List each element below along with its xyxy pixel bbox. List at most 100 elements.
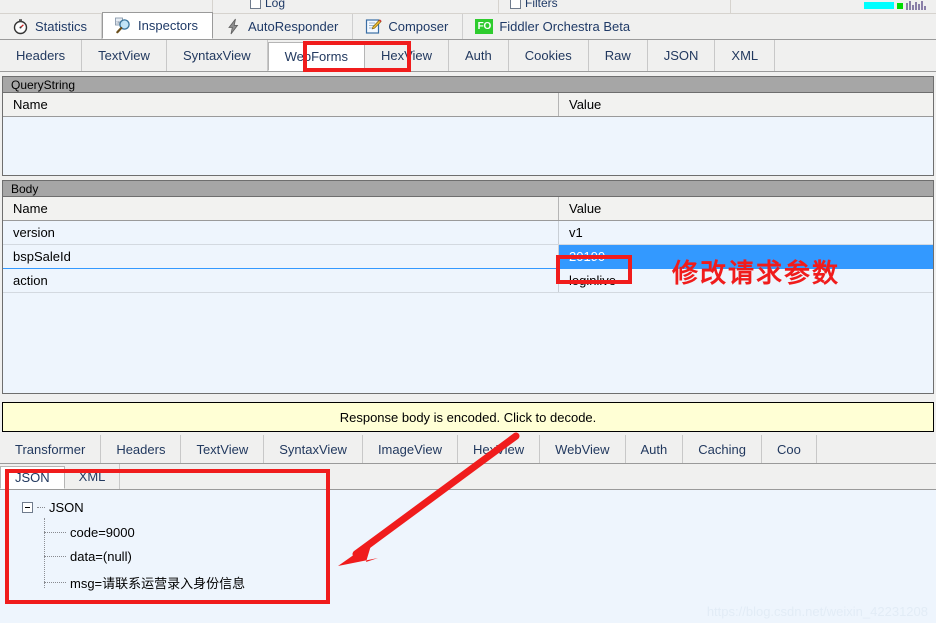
magnifier-icon: 1010 xyxy=(115,17,130,34)
tab-statistics[interactable]: Statistics xyxy=(0,14,103,39)
body-header-row: Name Value xyxy=(3,197,933,221)
log-checkbox[interactable]: Log xyxy=(250,0,285,10)
inspector-tab-xml[interactable]: XML xyxy=(715,40,776,71)
inspector-tab-headers[interactable]: Headers xyxy=(0,40,83,71)
response-tab-caching[interactable]: Caching xyxy=(683,435,762,463)
table-row[interactable]: bspSaleId 20190 xyxy=(3,245,933,269)
table-row[interactable]: action loginlive xyxy=(3,269,933,293)
response-tab-textview[interactable]: TextView xyxy=(181,435,265,463)
table-row[interactable]: version v1 xyxy=(3,221,933,245)
response-tab-bar[interactable]: Transformer Headers TextView SyntaxView … xyxy=(0,435,936,464)
response-tab-auth[interactable]: Auth xyxy=(626,435,684,463)
response-tab-label: HexView xyxy=(473,441,525,457)
notepad-pencil-icon xyxy=(366,19,382,34)
tab-fiddler-orchestra[interactable]: FO Fiddler Orchestra Beta xyxy=(463,14,645,39)
response-tab-syntaxview[interactable]: SyntaxView xyxy=(264,435,363,463)
body-empty-area[interactable] xyxy=(3,293,933,365)
tree-connector xyxy=(44,582,66,583)
tree-connector xyxy=(44,532,66,533)
inspector-tab-textview[interactable]: TextView xyxy=(82,40,167,71)
decode-notice-banner[interactable]: Response body is encoded. Click to decod… xyxy=(2,402,934,432)
response-json-tab-bar[interactable]: JSON XML xyxy=(0,464,936,490)
fiddler-window: Log Filters Statistics Inspectors AutoRe… xyxy=(0,0,936,623)
response-tab-label: Auth xyxy=(640,441,668,457)
response-tab-label: Headers xyxy=(116,441,166,457)
log-label: Log xyxy=(265,0,286,10)
response-tab-label: Transformer xyxy=(15,441,86,457)
response-tab-label: Coo xyxy=(776,441,801,457)
tab-autoresponder[interactable]: AutoResponder xyxy=(213,14,354,39)
stopwatch-icon xyxy=(13,19,28,35)
body-row-value[interactable]: v1 xyxy=(559,221,933,244)
body-col-name: Name xyxy=(3,197,559,220)
activity-bars-icon xyxy=(906,1,926,10)
inspector-tab-auth[interactable]: Auth xyxy=(449,40,509,71)
inspector-tab-label: Cookies xyxy=(524,48,572,63)
json-tree-root[interactable]: JSON xyxy=(22,500,84,515)
decode-notice-text: Response body is encoded. Click to decod… xyxy=(339,409,597,425)
filters-label: Filters xyxy=(525,0,558,10)
inspector-tab-webforms[interactable]: WebForms xyxy=(267,42,365,71)
response-tab-label: TextView xyxy=(196,441,249,457)
inspector-tab-label: HexView xyxy=(380,48,433,63)
querystring-section-title: QueryString xyxy=(2,76,934,92)
inspector-tab-raw[interactable]: Raw xyxy=(589,40,648,71)
body-row-value[interactable]: loginlive xyxy=(559,269,933,292)
response-tab-headers[interactable]: Headers xyxy=(101,435,182,463)
body-section-title: Body xyxy=(2,180,934,196)
querystring-grid[interactable]: Name Value xyxy=(2,92,934,176)
inspector-tab-syntaxview[interactable]: SyntaxView xyxy=(167,40,268,71)
tree-connector xyxy=(44,556,66,557)
inspector-tab-label: TextView xyxy=(98,48,150,63)
response-tab-label: ImageView xyxy=(377,441,443,457)
system-meter xyxy=(864,1,926,10)
json-tree-item-data[interactable]: data=(null) xyxy=(44,549,132,564)
response-tab-label: SyntaxView xyxy=(279,441,347,457)
body-row-name: bspSaleId xyxy=(3,245,559,268)
inspector-tab-overflow xyxy=(775,40,936,71)
inspector-tab-label: WebForms xyxy=(284,49,348,64)
response-tab-transformer[interactable]: Transformer xyxy=(0,435,102,463)
response-subtab-json[interactable]: JSON xyxy=(0,466,65,489)
inspector-tab-label: Raw xyxy=(604,48,631,63)
inspector-tab-label: SyntaxView xyxy=(182,48,251,63)
querystring-header-row: Name Value xyxy=(3,93,933,117)
response-tab-imageview[interactable]: ImageView xyxy=(363,435,459,463)
tab-composer[interactable]: Composer xyxy=(353,14,464,39)
body-title-label: Body xyxy=(11,182,39,196)
response-tab-webview[interactable]: WebView xyxy=(540,435,626,463)
tab-autoresponder-label: AutoResponder xyxy=(248,19,339,34)
inspector-tab-label: Headers xyxy=(16,48,66,63)
response-tab-hexview[interactable]: HexView xyxy=(458,435,541,463)
response-tab-cookies[interactable]: Coo xyxy=(762,435,817,463)
json-tree-item-msg[interactable]: msg=请联系运营录入身份信息 xyxy=(44,573,245,592)
body-row-value[interactable]: 20190 xyxy=(559,245,933,268)
fo-badge-icon: FO xyxy=(475,19,494,34)
json-tree-pane[interactable]: JSON code=9000 data=(null) msg=请联系运营录入身份… xyxy=(0,490,936,623)
querystring-col-value: Value xyxy=(569,97,602,112)
json-tree-item-code[interactable]: code=9000 xyxy=(44,525,135,540)
main-tab-bar[interactable]: Statistics 1010 Inspectors AutoResponder xyxy=(0,12,936,40)
cyan-bar-icon xyxy=(864,2,894,9)
body-grid[interactable]: Name Value version v1 bspSaleId 20190 ac… xyxy=(2,196,934,394)
body-row-name: action xyxy=(3,269,559,292)
json-tree-item-label: code=9000 xyxy=(70,525,135,540)
filters-checkbox[interactable]: Filters xyxy=(510,0,558,10)
tab-fiddler-orchestra-label: Fiddler Orchestra Beta xyxy=(499,19,631,34)
green-dot-icon xyxy=(897,2,903,9)
inspector-tab-bar[interactable]: Headers TextView SyntaxView WebForms Hex… xyxy=(0,40,936,72)
json-tree-item-label: msg=请联系运营录入身份信息 xyxy=(70,576,246,591)
tab-composer-label: Composer xyxy=(388,19,449,34)
tab-inspectors[interactable]: 1010 Inspectors xyxy=(102,12,213,39)
response-subtab-xml[interactable]: XML xyxy=(65,464,121,489)
collapse-icon[interactable] xyxy=(22,502,33,513)
inspector-tab-json[interactable]: JSON xyxy=(648,40,716,71)
response-subtab-label: JSON xyxy=(15,470,50,485)
inspector-tab-cookies[interactable]: Cookies xyxy=(509,40,589,71)
body-col-value: Value xyxy=(569,201,602,216)
json-tree-root-label: JSON xyxy=(49,500,84,515)
response-subtab-label: XML xyxy=(78,469,106,484)
json-tree-item-label: data=(null) xyxy=(70,549,132,564)
inspector-tab-hexview[interactable]: HexView xyxy=(365,40,450,71)
querystring-empty-area[interactable] xyxy=(3,117,933,175)
